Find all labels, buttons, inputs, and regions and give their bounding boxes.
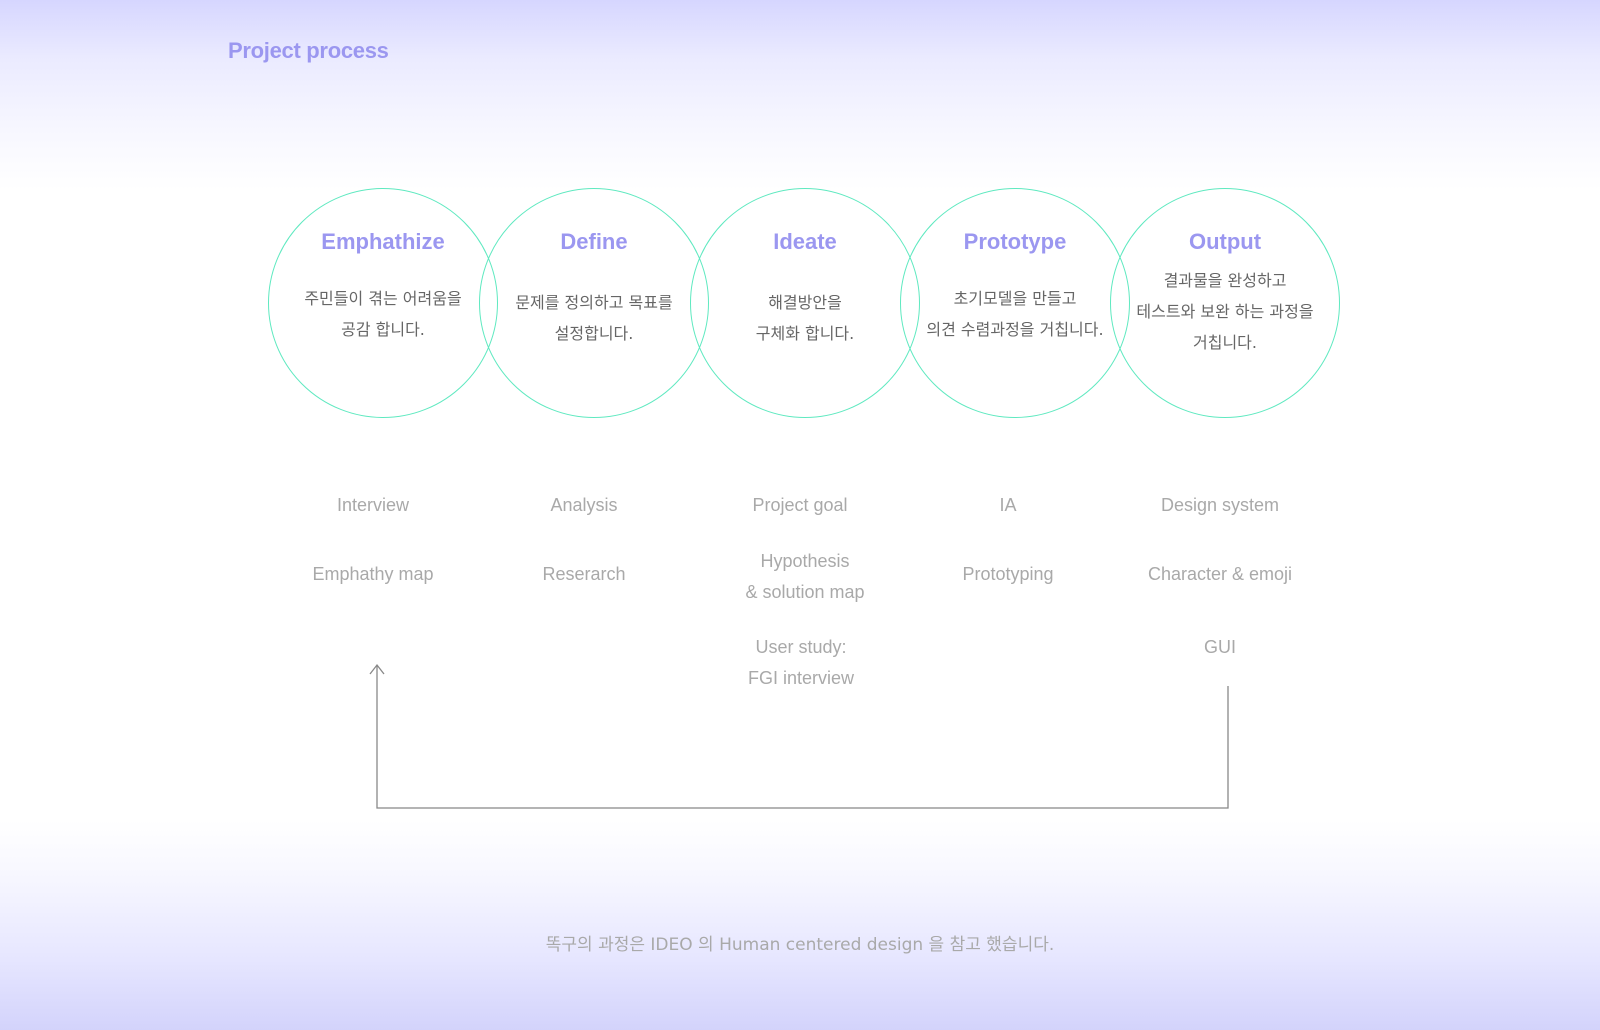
loop-connector-line	[376, 666, 1229, 809]
feedback-loop-arrow	[369, 663, 1229, 809]
footnote: 똑구의 과정은 IDEO 의 Human centered design 을 참…	[545, 935, 1055, 955]
